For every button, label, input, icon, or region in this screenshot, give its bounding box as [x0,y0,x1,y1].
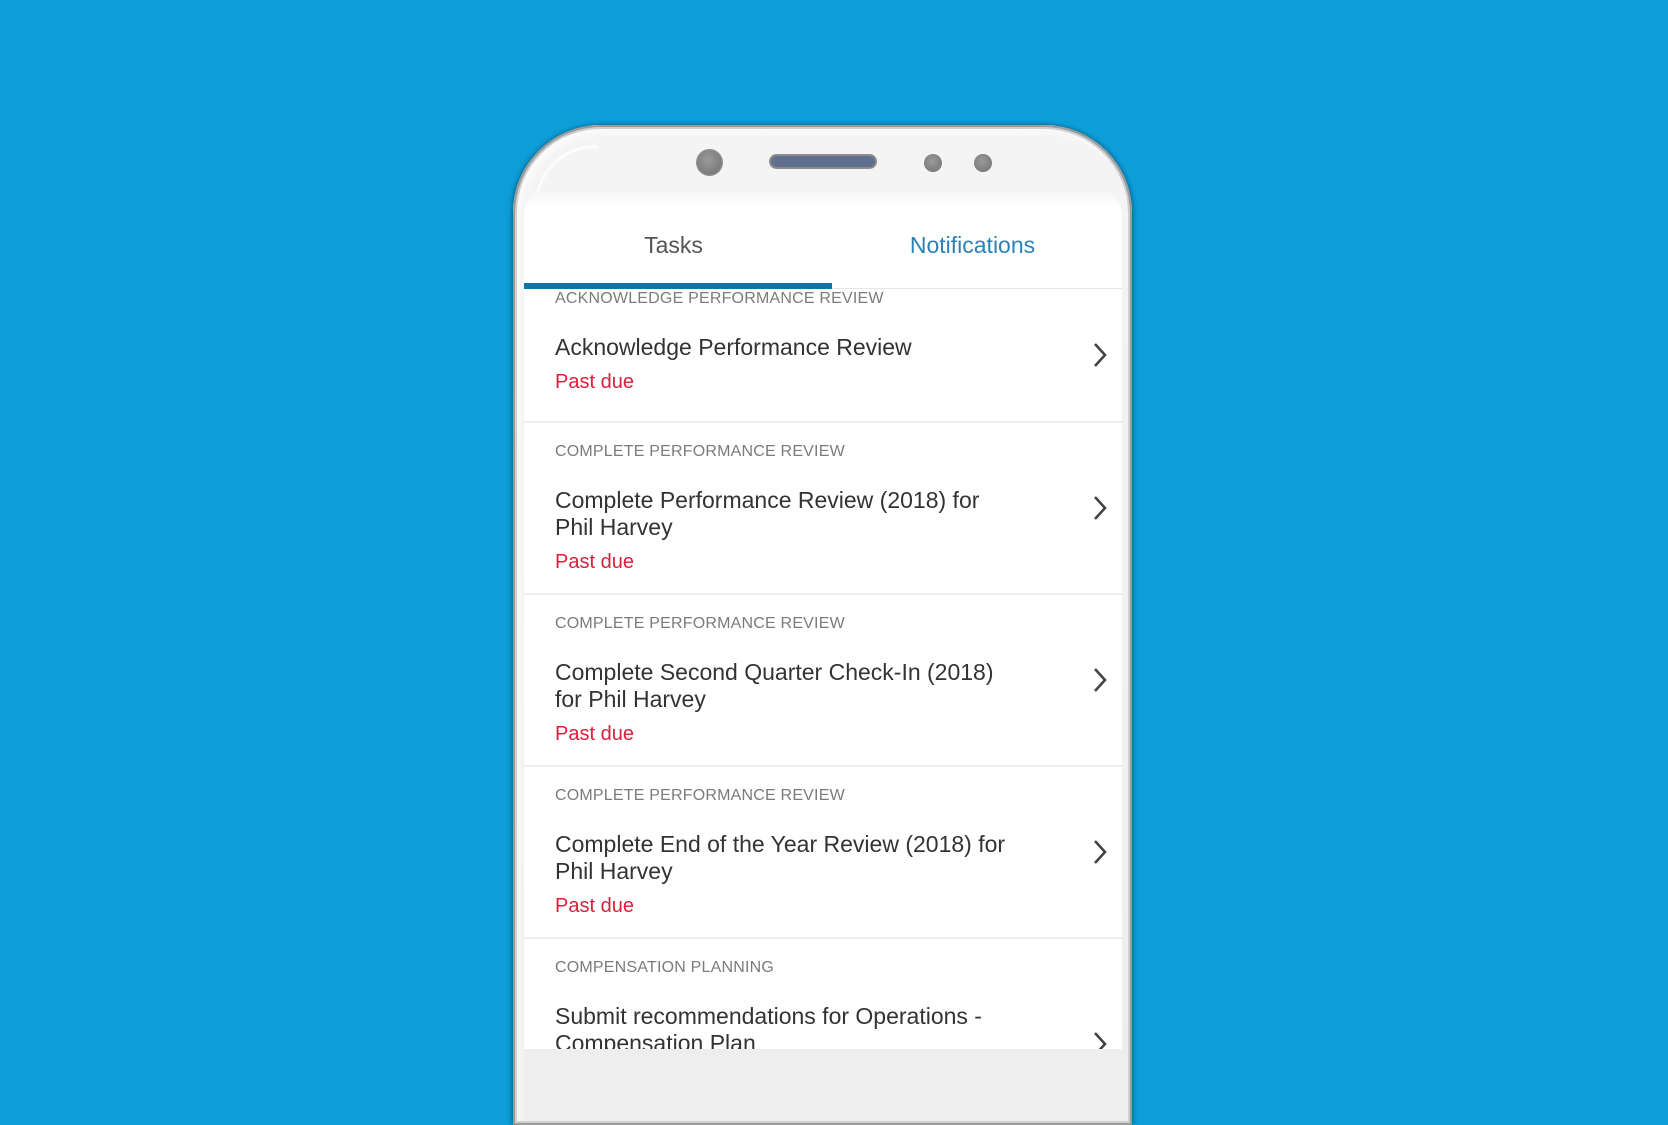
task-item[interactable]: COMPLETE PERFORMANCE REVIEW Complete End… [524,767,1122,939]
tab-bar: Tasks Notifications [524,207,1122,289]
task-category: COMPLETE PERFORMANCE REVIEW [555,615,845,632]
task-title: Acknowledge Performance Review [555,334,912,360]
tab-notifications[interactable]: Notifications [823,207,1122,283]
sensor-icon [924,154,942,172]
task-category: ACKNOWLEDGE PERFORMANCE REVIEW [555,290,884,307]
chevron-right-icon[interactable] [1088,493,1112,523]
task-list: ACKNOWLEDGE PERFORMANCE REVIEW Acknowled… [524,289,1122,1049]
task-title: Complete Performance Review (2018) for P… [555,487,980,540]
tab-tasks[interactable]: Tasks [524,207,823,283]
task-item[interactable]: COMPLETE PERFORMANCE REVIEW Complete Sec… [524,595,1122,767]
task-item[interactable]: COMPLETE PERFORMANCE REVIEW Complete Per… [524,423,1122,595]
task-item[interactable]: ACKNOWLEDGE PERFORMANCE REVIEW Acknowled… [524,289,1122,423]
chevron-right-icon[interactable] [1088,665,1112,695]
chevron-right-icon[interactable] [1088,1029,1112,1049]
task-title: Complete End of the Year Review (2018) f… [555,831,1006,884]
phone-frame: Tasks Notifications ACKNOWLEDGE PERFORMA… [513,125,1132,1125]
app-screen: Tasks Notifications ACKNOWLEDGE PERFORMA… [524,189,1122,1049]
task-category: COMPLETE PERFORMANCE REVIEW [555,787,845,804]
sensor-icon [974,154,992,172]
front-camera-icon [697,150,722,175]
task-status: Past due [555,371,634,393]
status-bar [524,189,1122,207]
task-item[interactable]: COMPENSATION PLANNING Submit recommendat… [524,939,1122,1049]
speaker-grille-icon [771,156,875,167]
chevron-right-icon[interactable] [1088,340,1112,370]
task-title: Submit recommendations for Operations - … [555,1003,982,1049]
task-category: COMPENSATION PLANNING [555,959,775,976]
task-title: Complete Second Quarter Check-In (2018) … [555,659,994,712]
task-category: COMPLETE PERFORMANCE REVIEW [555,443,845,460]
chevron-right-icon[interactable] [1088,837,1112,867]
